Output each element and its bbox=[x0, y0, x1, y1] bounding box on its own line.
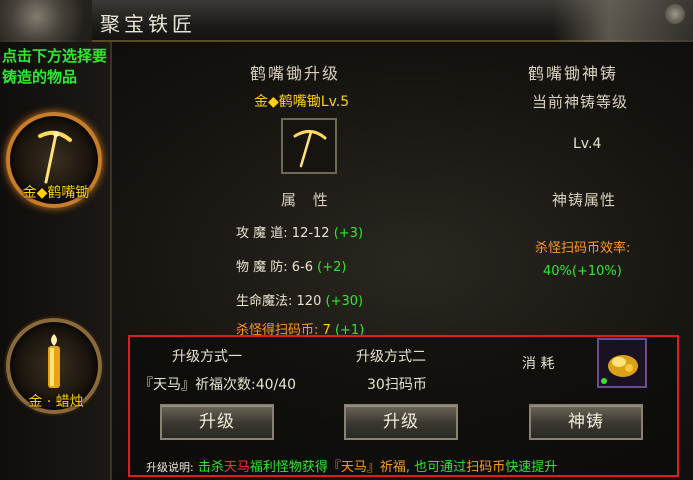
game-window: 聚宝铁匠 点击下方选择要铸造的物品 金◆鹤嘴锄 金 · 蜡烛 鹤嘴锄升级 金◆鹤… bbox=[0, 0, 693, 480]
method2-value: 30扫码币 bbox=[367, 377, 427, 393]
window-title: 聚宝铁匠 bbox=[100, 12, 196, 36]
stat-bonus: (+2) bbox=[317, 260, 347, 275]
stat-row: 生命魔法: 120 (+30) bbox=[236, 290, 363, 309]
sidebar-item-label-pickaxe[interactable]: 金◆鹤嘴锄 bbox=[0, 182, 112, 202]
gold-nugget-icon bbox=[608, 355, 638, 377]
upgrade-method1-button[interactable]: 升级 bbox=[160, 404, 274, 440]
pickaxe-icon bbox=[293, 130, 327, 168]
note-text: , 也可通过 bbox=[405, 460, 467, 475]
note-text: 福利怪物获得 bbox=[249, 460, 328, 475]
stat-label: 生命魔法: bbox=[236, 294, 293, 309]
stat-row: 攻 魔 道: 12-12 (+3) bbox=[236, 222, 363, 241]
item-slot[interactable] bbox=[281, 118, 337, 174]
upgrade-method2-button[interactable]: 升级 bbox=[344, 404, 458, 440]
divine-attributes-header: 神铸属性 bbox=[552, 191, 617, 209]
note-text: 扫码币 bbox=[466, 460, 506, 475]
divine-stat-value: 40%(+10%) bbox=[543, 264, 622, 279]
pickaxe-icon bbox=[38, 130, 72, 184]
consume-label: 消 耗 bbox=[522, 356, 555, 372]
note-text: 快速提升 bbox=[505, 460, 558, 475]
note-text: 天马 bbox=[223, 460, 250, 475]
candle-icon bbox=[48, 334, 60, 388]
upgrade-item-name: 金◆鹤嘴锄Lv.5 bbox=[254, 94, 350, 110]
stat-value: 6-6 bbox=[291, 260, 314, 275]
title-bar: 聚宝铁匠 bbox=[0, 0, 693, 42]
item-sidebar: 点击下方选择要铸造的物品 bbox=[0, 42, 112, 480]
sidebar-hint: 点击下方选择要铸造的物品 bbox=[2, 47, 108, 86]
divine-level-label: 当前神铸等级 bbox=[532, 93, 629, 111]
stat-label: 攻 魔 道: bbox=[236, 226, 288, 241]
indicator-dot bbox=[601, 378, 607, 384]
divine-header: 鹤嘴锄神铸 bbox=[528, 64, 619, 83]
note-text: 『天马』祈福 bbox=[327, 460, 406, 475]
stat-bonus: (+30) bbox=[325, 294, 364, 309]
stat-value: 120 bbox=[296, 294, 322, 309]
method1-label: 升级方式一 bbox=[172, 349, 242, 365]
stat-label: 物 魔 防: bbox=[236, 260, 288, 275]
upgrade-note: 升级说明: 击杀天马福利怪物获得『天马』祈福, 也可通过扫码币快速提升 bbox=[146, 456, 557, 475]
consume-item-slot[interactable] bbox=[597, 338, 647, 388]
stat-row: 物 魔 防: 6-6 (+2) bbox=[236, 256, 346, 275]
divine-level: Lv.4 bbox=[573, 136, 602, 152]
stat-value: 12-12 bbox=[291, 226, 330, 241]
attributes-header: 属 性 bbox=[281, 191, 334, 209]
sidebar-item-label-candle[interactable]: 金 · 蜡烛 bbox=[0, 391, 112, 411]
method2-label: 升级方式二 bbox=[356, 349, 426, 365]
dragon-ornament-left bbox=[0, 0, 92, 42]
upgrade-header: 鹤嘴锄升级 bbox=[250, 64, 341, 83]
note-text: 击杀 bbox=[197, 460, 224, 475]
close-icon[interactable] bbox=[665, 4, 685, 24]
method1-value: 『天马』祈福次数:40/40 bbox=[139, 377, 297, 393]
divine-forge-button[interactable]: 神铸 bbox=[529, 404, 643, 440]
divine-stat-label: 杀怪扫码币效率: bbox=[535, 241, 631, 256]
note-prefix: 升级说明: bbox=[146, 461, 194, 474]
stat-bonus: (+3) bbox=[333, 226, 364, 241]
